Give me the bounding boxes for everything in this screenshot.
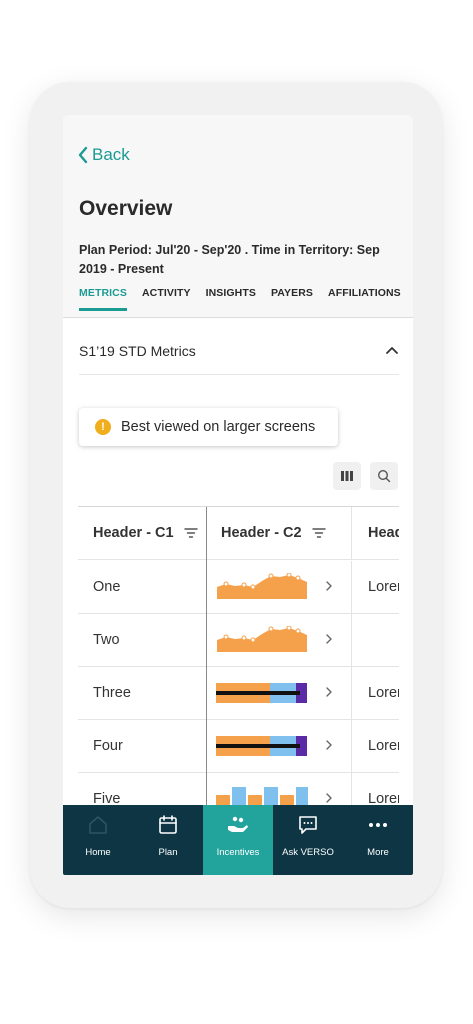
columns-button[interactable]: [333, 462, 361, 490]
section-title: S1’19 STD Metrics: [79, 343, 196, 359]
row-label: Two: [93, 632, 120, 648]
nav-more[interactable]: More: [343, 805, 413, 875]
column-header-label: Header - C2: [221, 525, 302, 541]
metrics-table: Header - C1 Header - C2 Head One Lorem: [78, 506, 399, 806]
filter-icon[interactable]: [183, 528, 198, 538]
filter-icon[interactable]: [311, 528, 326, 538]
table-header-row: Header - C1 Header - C2 Head: [78, 507, 399, 560]
tab-payers[interactable]: PAYERS: [271, 287, 313, 311]
bullet-chart-cell: [207, 667, 350, 719]
bar-chart-cell: [207, 773, 350, 806]
back-label: Back: [92, 145, 130, 164]
incentives-icon: [228, 816, 248, 832]
row-value: [351, 614, 399, 666]
nav-plan[interactable]: Plan: [133, 805, 203, 875]
row-label: Four: [93, 738, 123, 754]
warning-icon: !: [95, 419, 111, 435]
table-row[interactable]: One Lorem: [78, 561, 399, 614]
row-label: Five: [93, 791, 121, 806]
row-value: Lorem: [351, 720, 399, 772]
metrics-section-header[interactable]: S1’19 STD Metrics: [79, 343, 399, 375]
chat-icon: [299, 816, 317, 834]
column-header[interactable]: Header - C2: [207, 507, 350, 559]
chevron-right-icon[interactable]: [325, 580, 333, 592]
header-area: Back Overview Plan Period: Jul'20 - Sep'…: [63, 115, 413, 318]
page-title: Overview: [79, 197, 173, 220]
nav-ask-verso[interactable]: Ask VERSO: [273, 805, 343, 875]
sparkline-cell: [207, 614, 350, 666]
nav-label: Ask VERSO: [282, 847, 334, 858]
table-row[interactable]: Four Lorem: [78, 720, 399, 773]
tab-bar: METRICS ACTIVITY INSIGHTS PAYERS AFFILIA…: [79, 287, 413, 311]
mini-bar-chart: [216, 787, 308, 806]
column-header[interactable]: Header - C1: [78, 507, 206, 559]
nav-incentives[interactable]: Incentives: [203, 805, 273, 875]
row-value: Lorem: [351, 773, 399, 806]
bottom-nav: Home Plan Incentives Ask VERSO More: [63, 805, 413, 875]
larger-screen-notice: ! Best viewed on larger screens: [79, 408, 338, 446]
column-header-label: Header - C1: [93, 525, 174, 541]
column-header[interactable]: Head: [351, 507, 399, 559]
row-label: One: [93, 579, 121, 595]
calendar-icon: [159, 815, 177, 834]
chevron-up-icon[interactable]: [385, 345, 399, 355]
back-button[interactable]: Back: [77, 145, 130, 165]
tab-insights[interactable]: INSIGHTS: [206, 287, 256, 311]
table-row[interactable]: Two: [78, 614, 399, 667]
tab-metrics[interactable]: METRICS: [79, 287, 127, 311]
area-sparkline: [217, 573, 307, 599]
columns-icon: [341, 471, 353, 481]
tab-activity[interactable]: ACTIVITY: [142, 287, 191, 311]
home-icon: [89, 816, 107, 834]
nav-home[interactable]: Home: [63, 805, 133, 875]
row-value: Lorem: [351, 561, 399, 613]
more-icon: [369, 823, 387, 827]
row-label: Three: [93, 685, 131, 701]
bullet-chart: [216, 736, 307, 756]
nav-label: More: [367, 847, 389, 858]
chevron-left-icon: [78, 146, 88, 164]
table-row[interactable]: Three Lorem: [78, 667, 399, 720]
row-value: Lorem: [351, 667, 399, 719]
column-header-label: Head: [368, 525, 399, 541]
bullet-chart: [216, 683, 307, 703]
frozen-column-divider: [206, 507, 207, 806]
sparkline-cell: [207, 561, 350, 613]
bullet-chart-cell: [207, 720, 350, 772]
chevron-right-icon[interactable]: [325, 686, 333, 698]
table-row[interactable]: Five Lorem: [78, 773, 399, 806]
chevron-right-icon[interactable]: [325, 739, 333, 751]
search-button[interactable]: [370, 462, 398, 490]
plan-period: Plan Period: Jul'20 - Sep'20 . Time in T…: [79, 243, 380, 276]
tab-affiliations[interactable]: AFFILIATIONS: [328, 287, 401, 311]
nav-label: Home: [85, 847, 111, 858]
nav-label: Plan: [158, 847, 178, 858]
app-screen: Back Overview Plan Period: Jul'20 - Sep'…: [63, 115, 413, 875]
chevron-right-icon[interactable]: [325, 792, 333, 804]
chevron-right-icon[interactable]: [325, 633, 333, 645]
area-sparkline: [217, 626, 307, 652]
search-icon: [377, 469, 391, 483]
nav-label: Incentives: [216, 847, 260, 858]
notice-text: Best viewed on larger screens: [121, 419, 316, 435]
